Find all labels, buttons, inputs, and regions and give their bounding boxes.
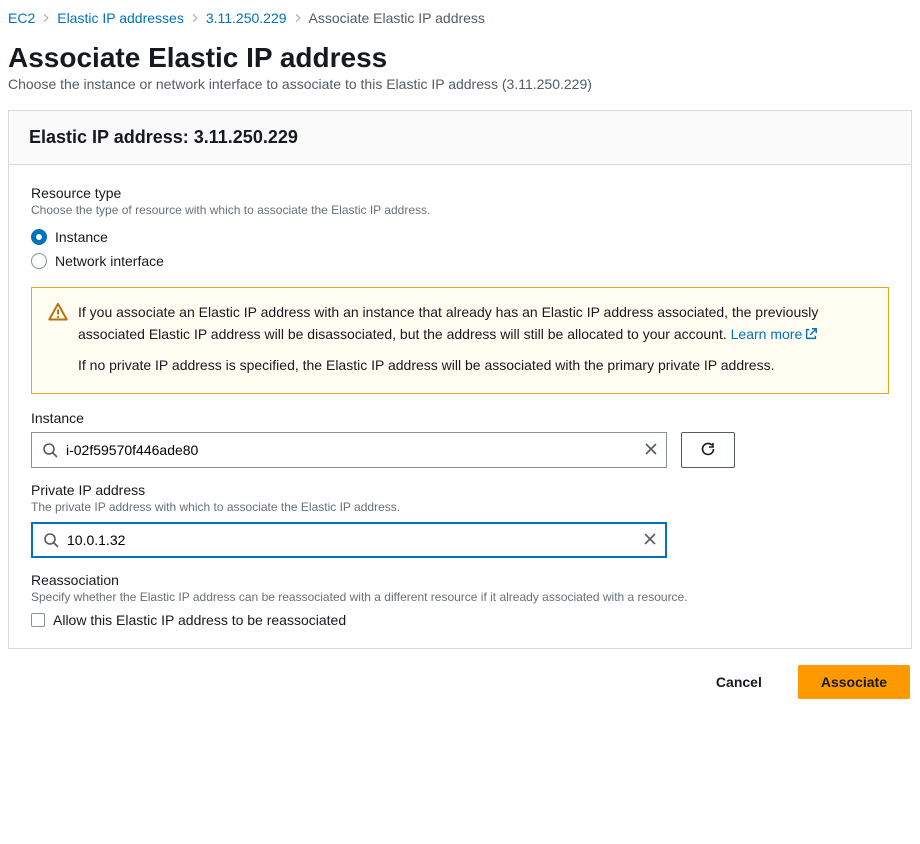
reassociation-help: Specify whether the Elastic IP address c…: [31, 590, 889, 604]
warning-text-1: If you associate an Elastic IP address w…: [78, 304, 818, 342]
breadcrumb-link-ec2[interactable]: EC2: [8, 10, 35, 26]
resource-type-help: Choose the type of resource with which t…: [31, 203, 889, 217]
reassociation-label: Reassociation: [31, 572, 889, 588]
radio-instance-label: Instance: [55, 229, 108, 245]
private-ip-label: Private IP address: [31, 482, 889, 498]
radio-icon: [31, 253, 47, 269]
instance-input[interactable]: [66, 433, 636, 467]
learn-more-link[interactable]: Learn more: [731, 326, 819, 342]
instance-refresh-button[interactable]: [681, 432, 735, 468]
breadcrumb-link-eip-list[interactable]: Elastic IP addresses: [57, 10, 184, 26]
reassociation-checkbox[interactable]: Allow this Elastic IP address to be reas…: [31, 612, 889, 628]
external-link-icon: [804, 327, 818, 341]
private-ip-select[interactable]: [31, 522, 667, 558]
resource-type-label: Resource type: [31, 185, 889, 201]
search-icon: [43, 532, 59, 548]
chevron-right-icon: [41, 13, 51, 23]
reassociation-checkbox-label: Allow this Elastic IP address to be reas…: [53, 612, 346, 628]
radio-instance[interactable]: Instance: [31, 225, 889, 249]
private-ip-input[interactable]: [67, 524, 635, 556]
page-title: Associate Elastic IP address: [8, 42, 912, 74]
warning-icon: [48, 302, 68, 322]
refresh-icon: [700, 441, 716, 460]
warning-text-2: If no private IP address is specified, t…: [78, 355, 872, 377]
checkbox-icon: [31, 613, 45, 627]
form-footer: Cancel Associate: [8, 649, 912, 703]
radio-network-interface-label: Network interface: [55, 253, 164, 269]
chevron-right-icon: [293, 13, 303, 23]
warning-alert: If you associate an Elastic IP address w…: [31, 287, 889, 394]
close-icon: [643, 441, 659, 460]
instance-select[interactable]: [31, 432, 667, 468]
radio-network-interface[interactable]: Network interface: [31, 249, 889, 273]
instance-label: Instance: [31, 410, 889, 426]
radio-icon: [31, 229, 47, 245]
breadcrumb-current: Associate Elastic IP address: [309, 10, 485, 26]
form-panel: Elastic IP address: 3.11.250.229 Resourc…: [8, 110, 912, 649]
breadcrumb: EC2 Elastic IP addresses 3.11.250.229 As…: [8, 6, 912, 36]
close-icon: [642, 531, 658, 550]
chevron-right-icon: [190, 13, 200, 23]
cancel-button[interactable]: Cancel: [694, 665, 784, 699]
breadcrumb-link-eip[interactable]: 3.11.250.229: [206, 10, 287, 26]
page-subtitle: Choose the instance or network interface…: [8, 76, 912, 92]
instance-clear-button[interactable]: [636, 433, 666, 467]
associate-button[interactable]: Associate: [798, 665, 910, 699]
private-ip-help: The private IP address with which to ass…: [31, 500, 889, 514]
private-ip-clear-button[interactable]: [635, 524, 665, 556]
panel-title: Elastic IP address: 3.11.250.229: [9, 111, 911, 165]
search-icon: [42, 442, 58, 458]
